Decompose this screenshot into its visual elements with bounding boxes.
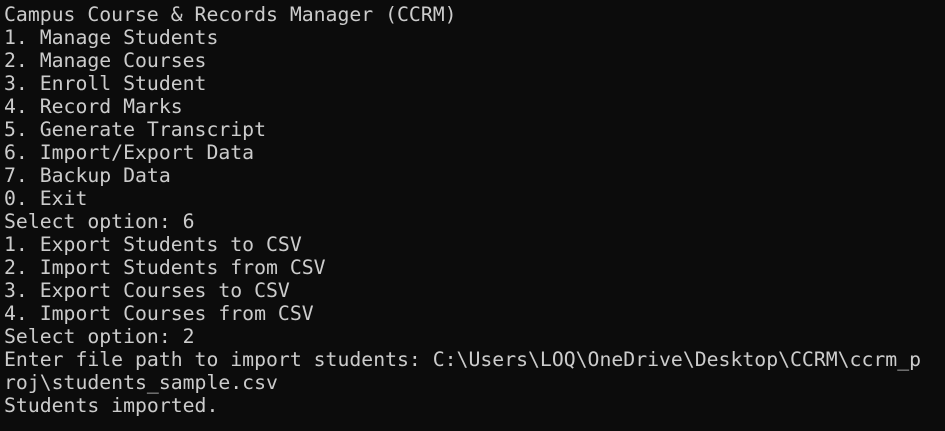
menu-item-manage-courses: 2. Manage Courses [4,49,207,72]
menu-item-enroll-student: 3. Enroll Student [4,72,207,95]
file-path-prompt: Enter file path to import students: C:\U… [4,348,922,371]
terminal-window[interactable]: Campus Course & Records Manager (CCRM) 1… [0,0,945,431]
menu-item-exit: 0. Exit [4,187,88,210]
menu-item-generate-transcript: 5. Generate Transcript [4,118,267,141]
menu-item-record-marks: 4. Record Marks [4,95,183,118]
submenu-item-export-courses: 3. Export Courses to CSV [4,279,290,302]
file-path-continuation: roj\students_sample.csv [4,371,278,394]
app-title: Campus Course & Records Manager (CCRM) [4,3,457,26]
select-option-prompt: Select option: 6 [4,210,195,233]
select-option-prompt-2: Select option: 2 [4,325,195,348]
status-message: Students imported. [4,394,219,417]
menu-item-import-export: 6. Import/Export Data [4,141,255,164]
submenu-item-import-courses: 4. Import Courses from CSV [4,302,314,325]
menu-item-manage-students: 1. Manage Students [4,26,219,49]
submenu-item-export-students: 1. Export Students to CSV [4,233,302,256]
menu-item-backup: 7. Backup Data [4,164,171,187]
submenu-item-import-students: 2. Import Students from CSV [4,256,326,279]
